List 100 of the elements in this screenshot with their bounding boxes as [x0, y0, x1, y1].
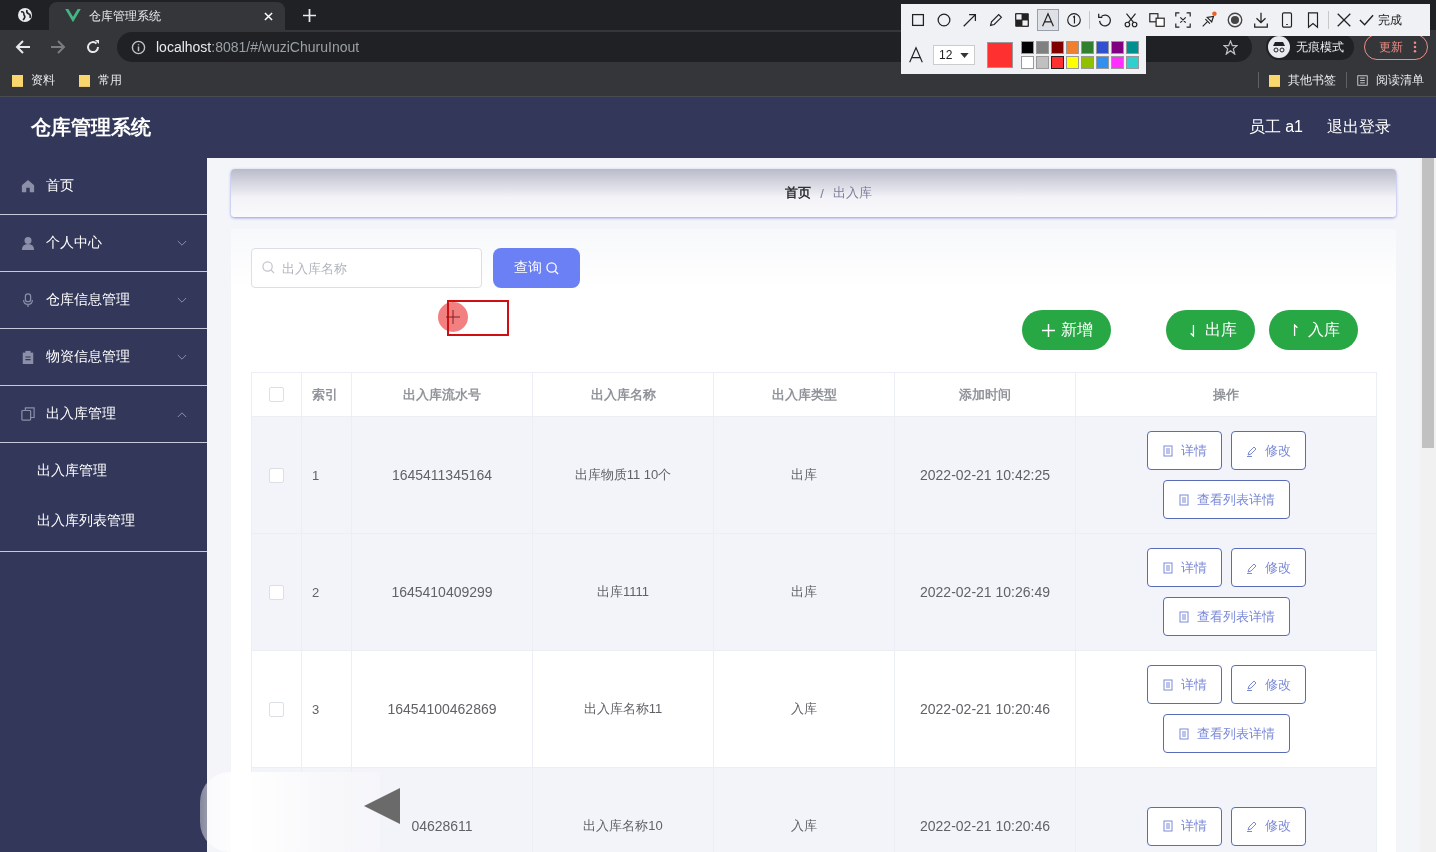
bookmark-item[interactable]: 阅读清单 — [1357, 71, 1424, 89]
undo-icon — [1096, 11, 1114, 29]
color-swatch[interactable] — [1126, 41, 1139, 54]
table-cell: 1 — [312, 467, 320, 483]
overlay-arrow-drawing — [364, 788, 400, 824]
color-swatch[interactable] — [1066, 41, 1079, 54]
column-header: 出入库流水号 — [403, 385, 481, 404]
table-cell: 出库 — [791, 466, 817, 484]
search-field[interactable]: 出入库名称 — [251, 248, 482, 288]
breadcrumb-link[interactable]: 出入库 — [832, 184, 872, 202]
color-swatch[interactable] — [1021, 41, 1034, 54]
color-swatch[interactable] — [1111, 41, 1124, 54]
clipboard-icon — [21, 350, 35, 364]
color-swatch[interactable] — [1096, 41, 1109, 54]
done-button[interactable]: 完成 — [1359, 11, 1402, 29]
mosaic-icon — [1013, 11, 1031, 29]
app-title: 仓库管理系统 — [31, 115, 151, 140]
pencil-icon — [1245, 820, 1258, 832]
translate-icon — [1148, 11, 1166, 29]
browser-tab[interactable]: 仓库管理系统 — [49, 2, 285, 30]
incognito-badge[interactable]: 无痕模式 — [1266, 34, 1354, 60]
table-cell: 2022-02-21 10:20:46 — [920, 818, 1050, 834]
logout-link[interactable]: 退出登录 — [1327, 117, 1391, 138]
search-icon — [262, 261, 275, 274]
color-swatch[interactable] — [1051, 41, 1064, 54]
info-icon — [131, 39, 146, 55]
cut-icon — [1122, 11, 1140, 29]
table-cell: 1645411345164 — [391, 467, 493, 483]
color-swatch[interactable] — [1126, 56, 1139, 69]
folder-icon — [12, 73, 23, 87]
microphone-icon — [21, 293, 35, 307]
sidebar-subitem[interactable]: 出入库列表管理 — [0, 496, 207, 546]
bookmark-item[interactable]: 常用 — [79, 71, 122, 89]
new-tab-icon[interactable] — [303, 9, 316, 22]
sidebar-subitem[interactable]: 出入库管理 — [0, 446, 207, 496]
color-swatch[interactable] — [1051, 56, 1064, 69]
text-tool-button[interactable] — [1037, 9, 1059, 31]
document-icon — [1161, 820, 1174, 832]
color-swatch[interactable] — [1036, 56, 1049, 69]
column-header: 索引 — [312, 385, 338, 404]
document-icon — [1161, 678, 1174, 691]
ocr-icon — [1174, 11, 1192, 29]
text-icon — [1039, 11, 1057, 29]
pencil-icon — [1245, 444, 1258, 457]
color-swatch[interactable] — [1081, 56, 1094, 69]
home-icon — [21, 179, 35, 193]
list-icon — [1357, 73, 1368, 87]
table-cell: 2022-02-21 10:42:25 — [920, 467, 1050, 483]
color-swatch[interactable] — [1021, 56, 1034, 69]
user-icon — [21, 236, 35, 250]
table-cell: 出库 — [791, 583, 817, 601]
document-icon — [1161, 444, 1174, 457]
column-header: 出入库类型 — [771, 385, 837, 404]
record-icon — [1226, 11, 1244, 29]
number-icon — [1065, 11, 1083, 29]
row-checkbox[interactable] — [269, 467, 284, 483]
table-cell: 出库物质11 10个 — [574, 466, 672, 484]
more-icon — [1413, 41, 1417, 53]
table-cell: 入库 — [791, 817, 817, 835]
select-all-checkbox[interactable] — [269, 387, 284, 402]
bookmark-item[interactable]: 资料 — [12, 71, 55, 89]
document-icon — [1177, 610, 1190, 623]
pencil-icon — [1245, 561, 1258, 574]
arrow-icon — [961, 11, 979, 29]
row-checkbox[interactable] — [269, 584, 284, 600]
rect-icon — [909, 11, 927, 29]
row-checkbox[interactable] — [269, 701, 284, 717]
table-cell: 2022-02-21 10:20:46 — [920, 701, 1050, 717]
check-icon — [1359, 14, 1374, 26]
bookmark-item[interactable]: 其他书签 — [1269, 71, 1336, 89]
table-cell: 出入库名称11 — [583, 700, 663, 718]
color-swatch[interactable] — [1066, 56, 1079, 69]
font-icon — [907, 46, 925, 64]
user-name: 员工 a1 — [1248, 117, 1303, 137]
table-cell: 1645410409299 — [391, 584, 493, 600]
search-icon — [546, 261, 559, 275]
font-size-dropdown[interactable]: 12 — [933, 45, 975, 65]
caret-icon — [960, 52, 969, 58]
ocr-tool-button[interactable] — [1172, 9, 1194, 31]
pencil-icon — [1245, 678, 1258, 691]
folder-icon — [79, 73, 90, 87]
document-icon — [1177, 493, 1190, 506]
current-color-swatch[interactable] — [987, 42, 1013, 68]
annotation-drawing — [438, 300, 510, 336]
close-icon[interactable] — [264, 11, 273, 21]
breadcrumb-link[interactable]: 首页 — [785, 184, 812, 202]
table-cell: 出入库名称10 — [583, 817, 663, 835]
star-icon[interactable] — [1223, 39, 1238, 55]
close-icon — [1335, 11, 1353, 29]
table-cell: 2 — [312, 584, 320, 600]
v-logo-icon — [65, 9, 81, 23]
color-swatch[interactable] — [1111, 56, 1124, 69]
color-swatch[interactable] — [1081, 41, 1094, 54]
breadcrumb-separator: / — [820, 185, 824, 201]
folder-icon — [1269, 73, 1280, 87]
column-header: 添加时间 — [959, 385, 1011, 404]
scrollbar[interactable] — [1420, 158, 1436, 852]
color-swatch[interactable] — [1096, 56, 1109, 69]
column-header: 出入库名称 — [590, 385, 656, 404]
color-swatch[interactable] — [1036, 41, 1049, 54]
